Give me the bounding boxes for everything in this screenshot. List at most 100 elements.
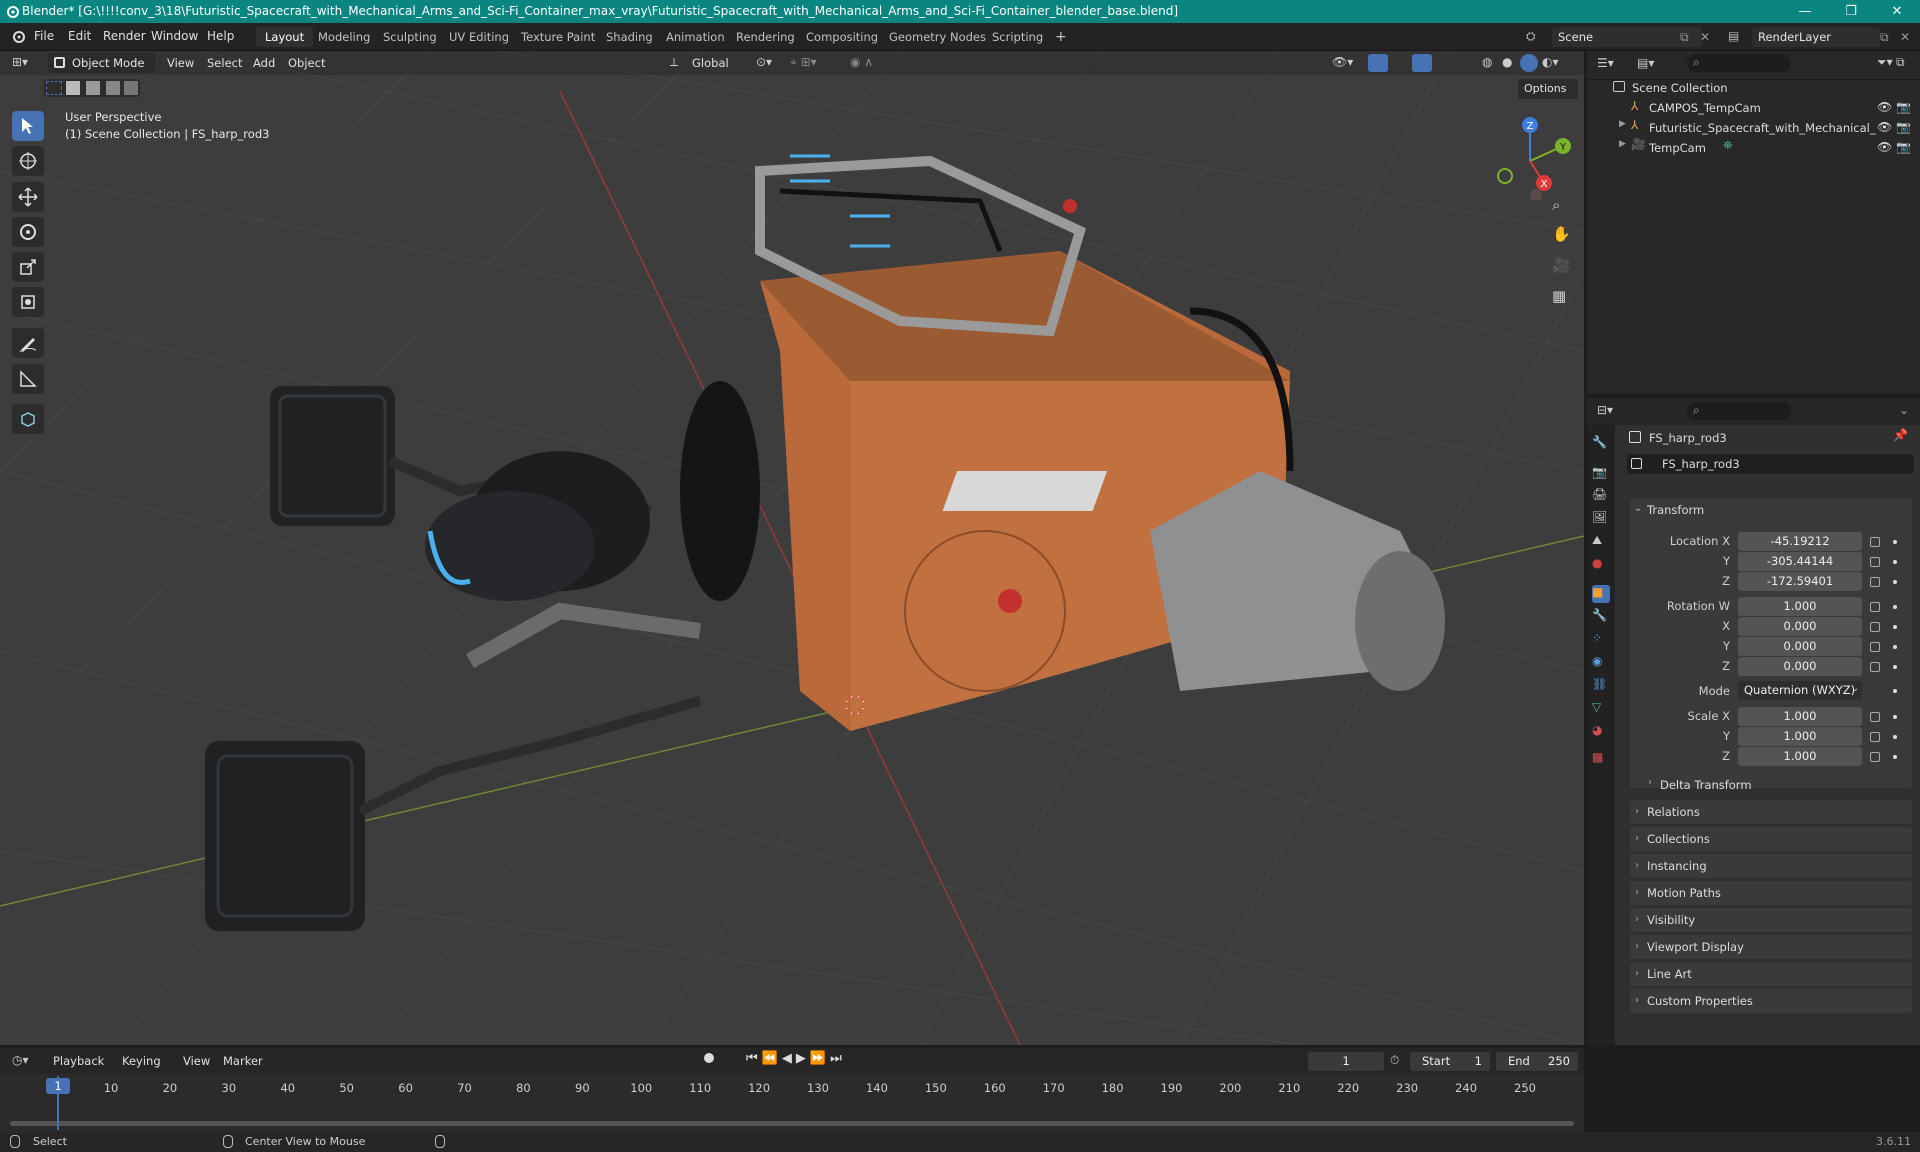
timeline-menu-view[interactable]: View	[183, 1050, 210, 1072]
lock-icon[interactable]	[1870, 662, 1880, 672]
camera-view-icon[interactable]: 🎥	[1552, 256, 1571, 274]
panel-instancing[interactable]: › Instancing	[1630, 854, 1912, 878]
viewport-menu-select[interactable]: Select	[207, 52, 242, 74]
outliner-scene-collection[interactable]: Scene Collection	[1632, 81, 1728, 95]
panel-motion-paths[interactable]: › Motion Paths	[1630, 881, 1912, 905]
options-dropdown[interactable]: Options	[1518, 79, 1578, 99]
select-intersect-icon[interactable]	[124, 81, 138, 95]
display-mode-icon[interactable]: ▤▾	[1637, 56, 1654, 70]
keyframe-dot-icon[interactable]	[1893, 540, 1897, 544]
filter-icon[interactable]: ⏷▾	[1877, 55, 1893, 70]
menu-render[interactable]: Render	[103, 29, 146, 43]
gizmo-toggle-icon[interactable]	[1368, 54, 1388, 72]
tool-tab-icon[interactable]: 🔧	[1592, 435, 1610, 453]
viewport-menu-add[interactable]: Add	[253, 52, 275, 74]
rotation-mode-dropdown[interactable]: Quaternion (WXYZ)	[1738, 681, 1862, 700]
visibility-eye-icon[interactable]: 👁	[1877, 120, 1892, 134]
tab-texture-paint[interactable]: Texture Paint	[512, 27, 604, 47]
lock-icon[interactable]	[1870, 642, 1880, 652]
record-icon[interactable]	[704, 1053, 714, 1063]
constraints-tab-icon[interactable]: ⛓	[1592, 677, 1610, 695]
rotation-y-field[interactable]: 0.000	[1738, 637, 1862, 656]
keyframe-dot-icon[interactable]	[1893, 665, 1897, 669]
visibility-icon[interactable]: 👁▾	[1332, 55, 1353, 69]
blender-menu-icon[interactable]	[10, 30, 26, 44]
tab-compositing[interactable]: Compositing	[797, 27, 887, 47]
tab-sculpting[interactable]: Sculpting	[374, 27, 446, 47]
select-tool-button[interactable]	[12, 111, 44, 141]
tab-scripting[interactable]: Scripting	[983, 27, 1052, 47]
view-layer-field[interactable]: RenderLayer	[1752, 27, 1880, 47]
viewport-menu-view[interactable]: View	[167, 52, 194, 74]
annotate-tool-button[interactable]	[12, 328, 44, 358]
rotation-w-field[interactable]: 1.000	[1738, 597, 1862, 616]
collapse-arrow-icon[interactable]: ⌄	[1634, 503, 1642, 514]
physics-tab-icon[interactable]: ◉	[1592, 654, 1610, 672]
keyframe-dot-icon[interactable]	[1893, 580, 1897, 584]
view-layer-remove-icon[interactable]: ✕	[1900, 30, 1910, 44]
3d-viewport[interactable]: ⊞▾ Object Mode View Select Add Object ⟂ …	[0, 51, 1584, 1045]
scene-new-icon[interactable]: ⧉	[1680, 30, 1689, 45]
timeline-menu-playback[interactable]: Playback	[53, 1050, 104, 1072]
keyframe-dot-icon[interactable]	[1893, 560, 1897, 564]
tab-uv-editing[interactable]: UV Editing	[440, 27, 518, 47]
playhead-frame-badge[interactable]: 1	[46, 1078, 70, 1094]
select-invert-icon[interactable]	[106, 81, 120, 95]
rendered-shading-icon[interactable]: ◐▾	[1542, 55, 1559, 69]
scene-selector-icon[interactable]: ⛭	[1526, 29, 1548, 45]
rotation-z-field[interactable]: 0.000	[1738, 657, 1862, 676]
pin-icon[interactable]: 📌	[1893, 428, 1908, 442]
scale-tool-button[interactable]	[12, 252, 44, 282]
cursor-tool-button[interactable]	[12, 146, 44, 176]
panel-visibility[interactable]: › Visibility	[1630, 908, 1912, 932]
viewport-menu-object[interactable]: Object	[288, 52, 325, 74]
expand-arrow-icon[interactable]: ›	[1648, 777, 1652, 788]
location-x-field[interactable]: -45.19212	[1738, 532, 1862, 551]
minimize-icon[interactable]: —	[1782, 0, 1828, 23]
panel-relations[interactable]: › Relations	[1630, 800, 1912, 824]
expand-arrow-icon[interactable]: ▶	[1619, 119, 1626, 129]
select-box-mode-icon[interactable]	[46, 81, 62, 95]
transform-tool-button[interactable]	[12, 287, 44, 317]
properties-editor-icon[interactable]: ⊟▾	[1597, 403, 1613, 417]
view-layer-new-icon[interactable]: ⧉	[1880, 30, 1889, 45]
lock-icon[interactable]	[1870, 557, 1880, 567]
keyframe-dot-icon[interactable]	[1893, 755, 1897, 759]
zoom-icon[interactable]: ⌕	[1552, 196, 1560, 214]
properties-options-icon[interactable]: ⌄	[1899, 403, 1909, 417]
outliner-search-input[interactable]	[1687, 54, 1791, 72]
rotate-tool-button[interactable]	[12, 217, 44, 247]
timeline-menu-keying[interactable]: Keying	[122, 1050, 161, 1072]
end-frame-field[interactable]: End 250	[1496, 1052, 1578, 1071]
measure-tool-button[interactable]	[12, 364, 44, 394]
proportional-edit-icon[interactable]: ◉ ∧	[850, 55, 873, 69]
tab-geometry-nodes[interactable]: Geometry Nodes	[880, 27, 995, 47]
snap-icon[interactable]: ⌖ ⊞▾	[790, 55, 817, 70]
visibility-eye-icon[interactable]: 👁	[1877, 100, 1892, 114]
playback-controls[interactable]: ⏮⏪◀▶⏩⏭	[746, 1051, 846, 1066]
menu-file[interactable]: File	[34, 29, 54, 43]
menu-window[interactable]: Window	[151, 29, 198, 43]
transform-panel-title[interactable]: Transform	[1647, 503, 1704, 517]
material-tab-icon[interactable]: ◕	[1592, 723, 1610, 741]
data-tab-icon[interactable]: ▽	[1592, 700, 1610, 718]
lock-icon[interactable]	[1870, 577, 1880, 587]
timeline-editor-icon[interactable]: ◷▾	[12, 1053, 29, 1067]
object-tab-icon[interactable]: ■	[1592, 585, 1610, 603]
pan-hand-icon[interactable]: ✋	[1552, 225, 1571, 243]
render-camera-icon[interactable]: 📷	[1896, 140, 1911, 154]
select-subtract-icon[interactable]	[86, 81, 100, 95]
orientation-dropdown[interactable]: Global	[692, 52, 729, 74]
solid-shading-icon[interactable]: ●	[1502, 55, 1512, 69]
wireframe-shading-icon[interactable]: ◍	[1482, 55, 1492, 69]
scene-remove-icon[interactable]: ✕	[1700, 30, 1710, 44]
delta-transform-subpanel[interactable]: Delta Transform	[1660, 778, 1752, 792]
scale-z-field[interactable]: 1.000	[1738, 747, 1862, 766]
lock-icon[interactable]	[1870, 752, 1880, 762]
visibility-eye-icon[interactable]: 👁	[1877, 140, 1892, 154]
location-z-field[interactable]: -172.59401	[1738, 572, 1862, 591]
navigation-gizmo[interactable]: Z Y X	[1480, 111, 1580, 211]
move-tool-button[interactable]	[12, 182, 44, 212]
outliner-item-spacecraft[interactable]: Futuristic_Spacecraft_with_Mechanical_	[1649, 121, 1876, 135]
menu-help[interactable]: Help	[207, 29, 234, 43]
